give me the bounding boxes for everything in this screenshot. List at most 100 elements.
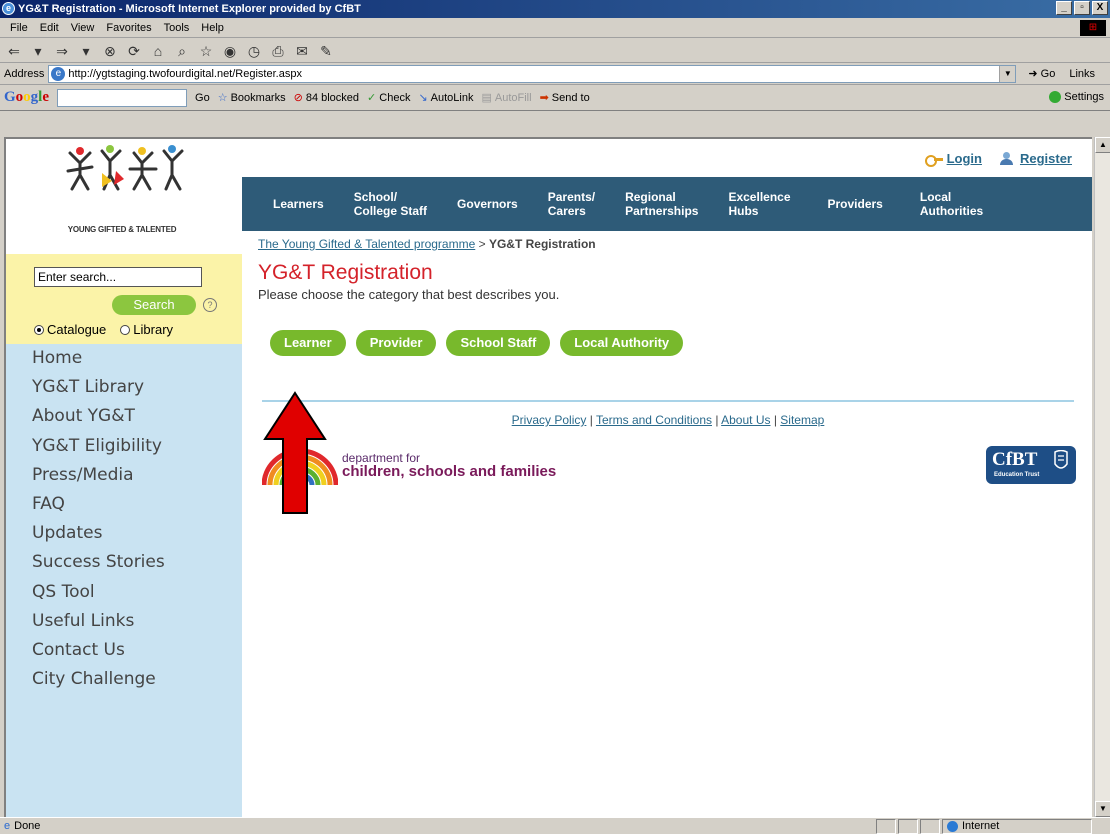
print-icon[interactable]: ⎙ [268, 41, 288, 61]
window-titlebar: e YG&T Registration - Microsoft Internet… [0, 0, 1110, 18]
about-us-link[interactable]: About Us [721, 413, 770, 427]
page-title: YG&T Registration [258, 261, 433, 284]
minimize-button[interactable]: _ [1056, 1, 1072, 15]
address-input[interactable]: e http://ygtstaging.twofourdigital.net/R… [48, 64, 1017, 83]
favorites-icon[interactable]: ☆ [196, 41, 216, 61]
sidenav-qs-tool[interactable]: QS Tool [32, 578, 242, 607]
breadcrumb-current: YG&T Registration [488, 237, 596, 251]
mail-icon[interactable]: ✉ [292, 41, 312, 61]
address-dropdown-icon[interactable]: ▼ [999, 65, 1016, 82]
close-button[interactable]: X [1092, 1, 1108, 15]
sidenav-updates[interactable]: Updates [32, 519, 242, 548]
back-icon[interactable]: ⇐ [4, 41, 24, 61]
privacy-policy-link[interactable]: Privacy Policy [512, 413, 587, 427]
terms-link[interactable]: Terms and Conditions [596, 413, 712, 427]
history-icon[interactable]: ◷ [244, 41, 264, 61]
sendto-button[interactable]: ➡ Send to [540, 91, 590, 105]
settings-button[interactable]: Settings [1049, 91, 1104, 103]
nav-governors[interactable]: Governors [442, 197, 533, 211]
sidenav-contact[interactable]: Contact Us [32, 636, 242, 665]
nav-local-authorities[interactable]: Local Authorities [905, 190, 998, 218]
breadcrumb-home-link[interactable]: The Young Gifted & Talented programme [258, 237, 475, 251]
menu-file[interactable]: File [4, 18, 34, 37]
stop-icon[interactable]: ⊗ [100, 41, 120, 61]
school-staff-button[interactable]: School Staff [446, 330, 551, 356]
sidenav-city-challenge[interactable]: City Challenge [32, 665, 242, 694]
help-icon[interactable]: ? [203, 298, 217, 312]
account-bar: Login Register [242, 139, 1092, 177]
nav-providers[interactable]: Providers [806, 197, 905, 211]
learner-button[interactable]: Learner [270, 330, 346, 356]
status-page-icon: e [4, 820, 11, 832]
cfbt-tagline: Education Trust [994, 472, 1040, 478]
menu-edit[interactable]: Edit [34, 18, 65, 37]
radio-catalogue[interactable]: Catalogue [34, 322, 106, 337]
autofill-icon: ▤ [481, 92, 492, 104]
ygt-logo[interactable]: YOUNG GIFTED & TALENTED [6, 139, 242, 254]
popup-blocker-button[interactable]: ⊘ 84 blocked [294, 91, 359, 105]
dropdown-arrow-icon[interactable]: ▾ [76, 41, 96, 61]
nav-learners[interactable]: Learners [258, 197, 339, 211]
autolink-button[interactable]: ↘ AutoLink [418, 91, 473, 105]
nav-school-staff[interactable]: School/ College Staff [339, 190, 442, 218]
home-icon[interactable]: ⌂ [148, 41, 168, 61]
login-link[interactable]: Login [924, 151, 982, 167]
google-search-input[interactable] [57, 88, 188, 107]
radio-library[interactable]: Library [120, 322, 173, 337]
windows-logo-icon: ⊞ [1080, 20, 1106, 36]
bookmarks-button[interactable]: ☆ Bookmarks [218, 91, 286, 105]
menu-view[interactable]: View [65, 18, 101, 37]
category-buttons: Learner Provider School Staff Local Auth… [270, 330, 684, 356]
footer-separator: | [712, 413, 722, 427]
sidenav-eligibility[interactable]: YG&T Eligibility [32, 432, 242, 461]
register-link[interactable]: Register [999, 151, 1072, 166]
breadcrumb-separator: > [475, 237, 489, 251]
autofill-button[interactable]: ▤ AutoFill [481, 91, 531, 105]
sidenav-success-stories[interactable]: Success Stories [32, 548, 242, 577]
links-button[interactable]: Links [1069, 68, 1095, 80]
zone-label: Internet [962, 820, 1000, 832]
sidenav-useful-links[interactable]: Useful Links [32, 607, 242, 636]
search-scope: Catalogue Library [34, 322, 173, 337]
provider-button[interactable]: Provider [355, 330, 437, 356]
menu-bar: File Edit View Favorites Tools Help ⊞ [0, 18, 1110, 38]
sidenav-home[interactable]: Home [32, 344, 242, 373]
maximize-button[interactable]: ▫ [1074, 1, 1090, 15]
bookmarks-label: Bookmarks [230, 91, 286, 104]
media-icon[interactable]: ◉ [220, 41, 240, 61]
nav-regional-partnerships[interactable]: Regional Partnerships [610, 190, 713, 218]
search-input[interactable]: Enter search... [34, 267, 202, 287]
spellcheck-button[interactable]: ✓ Check [367, 91, 411, 105]
google-logo[interactable]: Google [4, 89, 49, 106]
go-button[interactable]: ➜ Go [1028, 67, 1055, 80]
check-label: Check [379, 91, 411, 104]
search-button[interactable]: Search [112, 295, 196, 315]
ygt-figures-icon [66, 145, 184, 191]
status-text: Done [14, 820, 41, 832]
page-scrollbar[interactable]: ▲ ▼ [1094, 137, 1110, 817]
menu-favorites[interactable]: Favorites [100, 18, 157, 37]
radio-unselected-icon [120, 324, 131, 335]
sidenav-about[interactable]: About YG&T [32, 402, 242, 431]
search-panel: Enter search... Search ? Catalogue Libra… [6, 254, 242, 344]
google-go-button[interactable]: Go [195, 92, 210, 104]
refresh-icon[interactable]: ⟳ [124, 41, 144, 61]
cfbt-logo[interactable]: CfBT Education Trust [986, 446, 1076, 484]
scroll-up-icon[interactable]: ▲ [1095, 137, 1110, 153]
nav-excellence-hubs[interactable]: Excellence Hubs [713, 190, 805, 218]
scroll-down-icon[interactable]: ▼ [1095, 801, 1110, 817]
sidenav-faq[interactable]: FAQ [32, 490, 242, 519]
local-authority-button[interactable]: Local Authority [560, 330, 684, 356]
sidenav-press[interactable]: Press/Media [32, 461, 242, 490]
forward-icon[interactable]: ⇒ [52, 41, 72, 61]
menu-help[interactable]: Help [195, 18, 230, 37]
menu-tools[interactable]: Tools [158, 18, 196, 37]
edit-icon[interactable]: ✎ [316, 41, 336, 61]
sidenav-library[interactable]: YG&T Library [32, 373, 242, 402]
sitemap-link[interactable]: Sitemap [780, 413, 824, 427]
status-pane [920, 819, 940, 834]
security-zone: Internet [942, 819, 1092, 834]
dropdown-arrow-icon[interactable]: ▾ [28, 41, 48, 61]
search-icon[interactable]: ⌕ [172, 41, 192, 61]
nav-parents[interactable]: Parents/ Carers [533, 190, 610, 218]
